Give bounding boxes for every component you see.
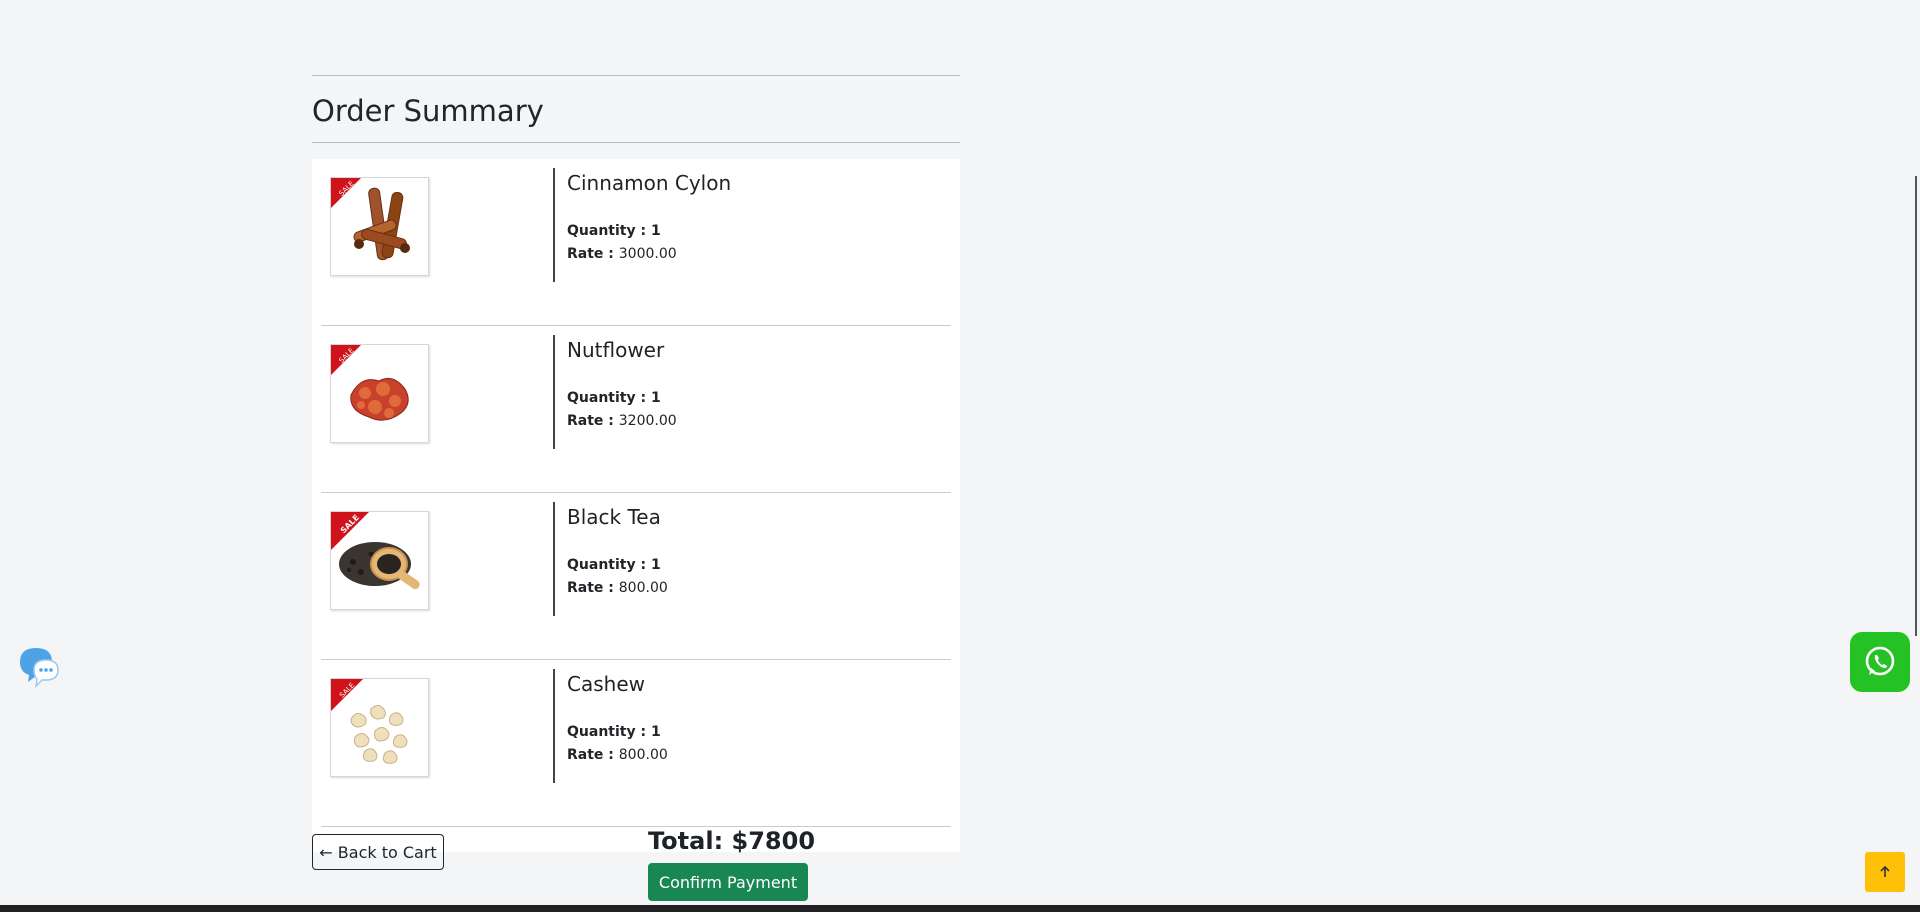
sale-badge: SALE xyxy=(331,512,369,550)
product-quantity: Quantity : 1 xyxy=(567,223,661,239)
product-rate: Rate : 800.00 xyxy=(567,747,668,763)
bottom-bar xyxy=(0,905,1920,912)
list-item: SALE Cinnamon Cylon Quantity : 1 Rate : … xyxy=(321,159,951,326)
divider xyxy=(312,142,960,143)
scrollbar[interactable] xyxy=(1915,176,1917,636)
product-rate: Rate : 3200.00 xyxy=(567,413,677,429)
order-summary-section: Order Summary SALE Cinnamon Cylon Quanti… xyxy=(312,75,960,852)
cinnamon-image[interactable]: SALE xyxy=(330,177,429,276)
item-details: Nutflower Quantity : 1 Rate : 3200.00 xyxy=(553,335,677,449)
item-details: Black Tea Quantity : 1 Rate : 800.00 xyxy=(553,502,668,616)
back-to-cart-button[interactable]: ← Back to Cart xyxy=(312,834,444,870)
list-item: SALE Black Tea Quantity : 1 Rate : 800.0… xyxy=(321,493,951,660)
product-name[interactable]: Cashew xyxy=(567,672,668,696)
item-details: Cinnamon Cylon Quantity : 1 Rate : 3000.… xyxy=(553,168,731,282)
item-details: Cashew Quantity : 1 Rate : 800.00 xyxy=(553,669,668,783)
chat-bubble-icon[interactable] xyxy=(16,644,62,690)
product-name[interactable]: Cinnamon Cylon xyxy=(567,171,731,195)
page-title: Order Summary xyxy=(312,94,544,128)
product-rate: Rate : 3000.00 xyxy=(567,246,677,262)
order-items-list: SALE Cinnamon Cylon Quantity : 1 Rate : … xyxy=(312,159,960,852)
whatsapp-button[interactable] xyxy=(1850,632,1910,692)
confirm-payment-button[interactable]: Confirm Payment xyxy=(648,863,808,901)
whatsapp-icon xyxy=(1865,646,1895,676)
sale-badge: SALE xyxy=(331,345,361,375)
list-item: SALE Nutflower Quantity : 1 Rate : 3200.… xyxy=(321,326,951,493)
sale-badge: SALE xyxy=(331,679,363,711)
arrow-up-icon xyxy=(1880,865,1890,877)
product-name[interactable]: Nutflower xyxy=(567,338,677,362)
black-tea-image[interactable]: SALE xyxy=(330,511,429,610)
sale-badge: SALE xyxy=(331,178,361,208)
product-name[interactable]: Black Tea xyxy=(567,505,668,529)
product-quantity: Quantity : 1 xyxy=(567,390,661,406)
product-rate: Rate : 800.00 xyxy=(567,580,668,596)
scroll-to-top-button[interactable] xyxy=(1865,852,1905,892)
order-total: Total: $7800 xyxy=(648,827,816,855)
product-quantity: Quantity : 1 xyxy=(567,724,661,740)
nutflower-image[interactable]: SALE xyxy=(330,344,429,443)
cashew-image[interactable]: SALE xyxy=(330,678,429,777)
product-quantity: Quantity : 1 xyxy=(567,557,661,573)
list-item: SALE Cashew Quantity : 1 Rate : 800.00 xyxy=(321,660,951,827)
